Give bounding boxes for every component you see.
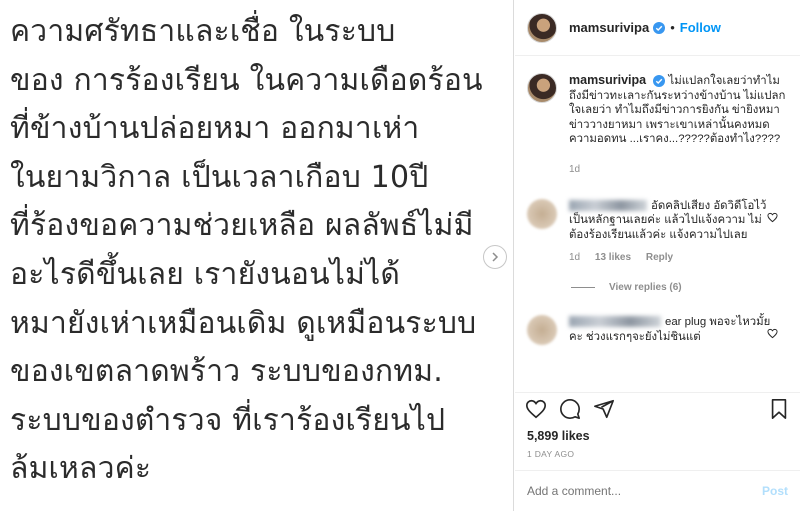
bookmark-icon[interactable] bbox=[768, 398, 790, 420]
post-image-line: หมายังเห่าเหมือนเดิม ดูเหมือนระบบ bbox=[10, 305, 477, 341]
commenter-avatar[interactable] bbox=[527, 314, 557, 345]
like-heart-icon[interactable] bbox=[525, 398, 547, 420]
next-image-button[interactable] bbox=[483, 245, 507, 269]
action-bar bbox=[515, 393, 800, 420]
comment-item: อัดคลิปเสียง อัดวิดีโอไว้เป็นหลักฐานเลยค… bbox=[515, 198, 800, 266]
avatar[interactable] bbox=[527, 12, 557, 43]
comment-body: อัดคลิปเสียง อัดวิดีโอไว้เป็นหลักฐานเลยค… bbox=[569, 199, 774, 266]
caption-username[interactable]: mamsurivipa bbox=[569, 73, 646, 87]
comment-body: ear plug พอจะไหวมั้ยคะ ช่วงแรกๆจะยังไม่ช… bbox=[569, 315, 774, 345]
caption-avatar[interactable] bbox=[527, 73, 557, 103]
post-sidebar: mamsurivipa • Follow mamsurivipa ไม่แปลก… bbox=[515, 0, 800, 511]
post-image-line: ที่ร้องขอความช่วยเหลือ ผลลัพธ์ไม่มี bbox=[10, 208, 474, 244]
post-image-line: ในยามวิกาล เป็นเวลาเกือบ 10ปี bbox=[10, 159, 429, 195]
follow-button[interactable]: Follow bbox=[680, 20, 721, 35]
replies-line bbox=[571, 286, 595, 288]
post-image-line: ของเขตลาดพร้าว ระบบของกทม. bbox=[10, 354, 443, 390]
caption-body: mamsurivipa ไม่แปลกใจเลยว่าทำไมถึงมีข่าว… bbox=[569, 73, 788, 178]
post-image-line: ระบบของตำรวจ ที่เราร้องเรียนไป bbox=[10, 402, 446, 438]
comment-timestamp[interactable]: 1d bbox=[569, 252, 580, 263]
post-header: mamsurivipa • Follow bbox=[515, 0, 800, 56]
post-actions: 5,899 likes 1 DAY AGO bbox=[515, 392, 800, 462]
post-image-line: อะไรดีขึ้นเลย เรายังนอนไม่ได้ bbox=[10, 256, 401, 292]
post-image-line: ความศรัทธาและเชื่อ ในระบบ bbox=[10, 14, 396, 49]
commenter-avatar[interactable] bbox=[527, 198, 557, 229]
post-image-line: ล้มเหลวค่ะ bbox=[10, 451, 152, 487]
post-comment-button[interactable]: Post bbox=[762, 484, 788, 498]
caption-timestamp[interactable]: 1d bbox=[569, 163, 788, 178]
verified-badge-icon bbox=[653, 21, 666, 34]
commenter-username-blurred[interactable] bbox=[569, 200, 647, 212]
post-image-line: ที่ข้างบ้านปล่อยหมา ออกมาเห่า bbox=[10, 111, 420, 147]
reply-button[interactable]: Reply bbox=[646, 252, 673, 263]
heart-icon[interactable] bbox=[767, 212, 778, 223]
heart-icon[interactable] bbox=[767, 328, 778, 339]
comment-input[interactable] bbox=[527, 484, 762, 498]
post-image: ความศรัทธาและเชื่อ ในระบบ ของ การร้องเรี… bbox=[0, 0, 514, 511]
post-timestamp[interactable]: 1 DAY AGO bbox=[527, 449, 800, 459]
comment-item: ear plug พอจะไหวมั้ยคะ ช่วงแรกๆจะยังไม่ช… bbox=[515, 314, 800, 345]
post-image-line: ของ การร้องเรียน ในความเดือดร้อน bbox=[10, 62, 483, 98]
caption: mamsurivipa ไม่แปลกใจเลยว่าทำไมถึงมีข่าว… bbox=[515, 57, 800, 178]
share-paper-plane-icon[interactable] bbox=[593, 398, 615, 420]
verified-badge-icon bbox=[653, 74, 666, 87]
chevron-right-icon bbox=[492, 252, 499, 262]
comments-list[interactable]: mamsurivipa ไม่แปลกใจเลยว่าทำไมถึงมีข่าว… bbox=[515, 57, 800, 392]
post-image-text: ความศรัทธาและเชื่อ ในระบบ ของ การร้องเรี… bbox=[10, 8, 507, 494]
commenter-username-blurred[interactable] bbox=[569, 316, 661, 328]
view-replies-label: View replies (6) bbox=[609, 281, 682, 293]
header-username[interactable]: mamsurivipa bbox=[569, 20, 649, 35]
comment-meta: 1d 13 likes Reply bbox=[569, 251, 774, 266]
separator-dot: • bbox=[670, 20, 675, 35]
add-comment-bar: Post bbox=[515, 470, 800, 511]
likes-count[interactable]: 5,899 likes bbox=[527, 429, 800, 443]
view-replies-button[interactable]: View replies (6) bbox=[571, 282, 800, 293]
comment-likes[interactable]: 13 likes bbox=[595, 252, 631, 263]
comment-bubble-icon[interactable] bbox=[559, 398, 581, 420]
